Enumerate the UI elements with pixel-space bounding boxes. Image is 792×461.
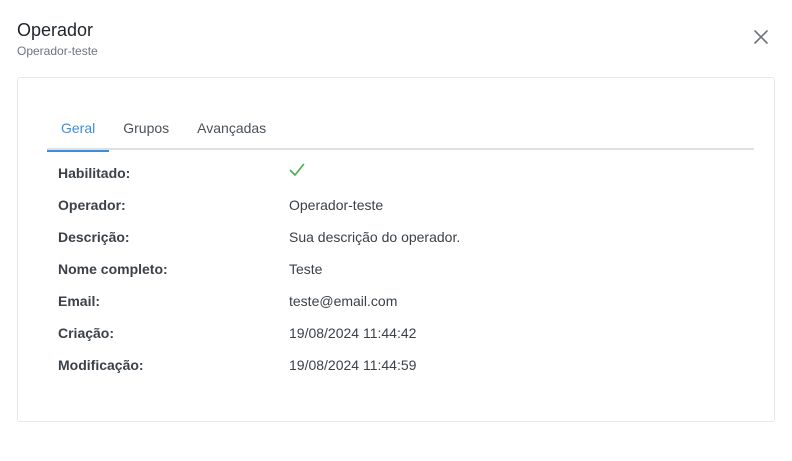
details-card: Geral Grupos Avançadas Habilitado: Opera…: [17, 77, 775, 422]
description-label: Descrição:: [58, 229, 130, 245]
detail-row-email: Email: teste@email.com: [58, 292, 738, 324]
detail-row-modified: Modificação: 19/08/2024 11:44:59: [58, 356, 738, 388]
dialog-subtitle: Operador-teste: [17, 44, 98, 58]
detail-row-enabled: Habilitado:: [58, 163, 738, 196]
tab-avancadas[interactable]: Avançadas: [183, 114, 280, 150]
tab-bar: Geral Grupos Avançadas: [47, 114, 754, 152]
enabled-value: [289, 163, 305, 181]
detail-row-full-name: Nome completo: Teste: [58, 260, 738, 292]
modified-value: 19/08/2024 11:44:59: [289, 357, 417, 373]
created-value: 19/08/2024 11:44:42: [289, 325, 417, 341]
close-icon: [754, 30, 768, 44]
operator-label: Operador:: [58, 197, 126, 213]
email-label: Email:: [58, 293, 101, 309]
tab-grupos[interactable]: Grupos: [109, 114, 183, 150]
full-name-value: Teste: [289, 261, 323, 277]
tab-geral[interactable]: Geral: [47, 114, 110, 152]
detail-row-created: Criação: 19/08/2024 11:44:42: [58, 324, 738, 356]
modified-label: Modificação:: [58, 357, 144, 373]
detail-row-operator: Operador: Operador-teste: [58, 196, 738, 228]
enabled-label: Habilitado:: [58, 165, 131, 181]
dialog-title: Operador: [17, 20, 94, 40]
operator-value: Operador-teste: [289, 197, 384, 213]
details-list: Habilitado: Operador: Operador-teste Des…: [58, 163, 738, 388]
created-label: Criação:: [58, 325, 115, 341]
email-value: teste@email.com: [289, 293, 398, 309]
full-name-label: Nome completo:: [58, 261, 168, 277]
operator-dialog: Operador Operador-teste Geral Grupos Ava…: [0, 0, 792, 461]
dialog-header: Operador Operador-teste: [17, 19, 98, 58]
check-icon: [289, 163, 305, 176]
close-button[interactable]: [750, 26, 772, 48]
description-value: Sua descrição do operador.: [289, 229, 461, 245]
detail-row-description: Descrição: Sua descrição do operador.: [58, 228, 738, 260]
